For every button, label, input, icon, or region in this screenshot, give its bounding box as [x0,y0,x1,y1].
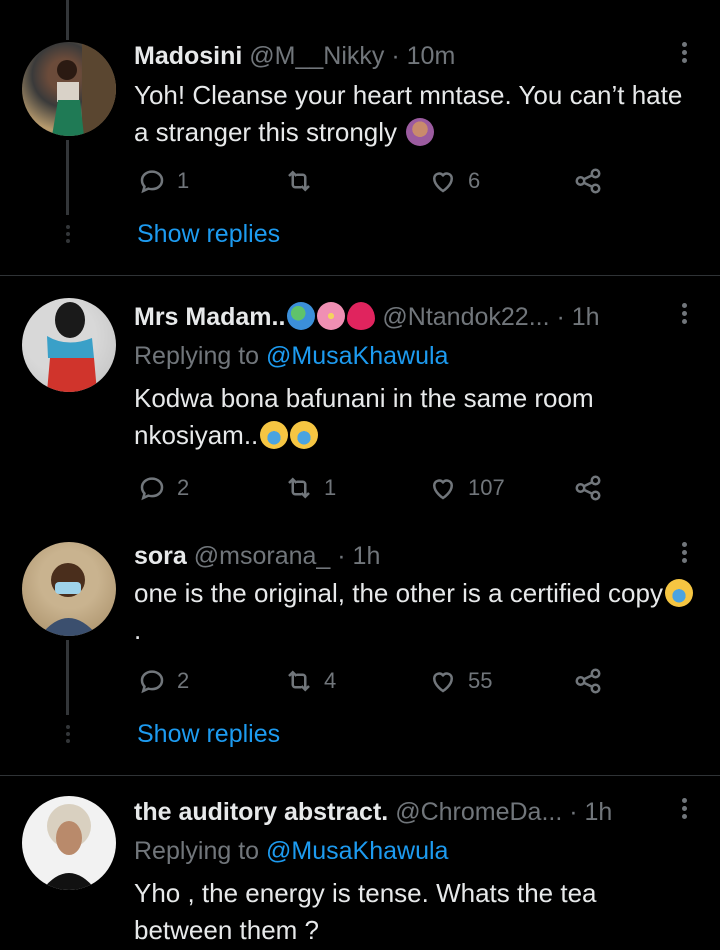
display-name[interactable]: the auditory abstract. [134,798,388,826]
tweet-text: Kodwa bona bafunani in the same room nko… [134,380,654,454]
retweet-button[interactable]: 4 [284,666,336,696]
tweet-text-content: Yho , the energy is tense. Whats the tea… [134,878,597,945]
thread-line [66,640,69,715]
like-count: 6 [468,168,481,193]
show-replies-link[interactable]: Show replies [137,220,280,249]
timestamp[interactable]: · 1h [569,798,612,826]
avatar[interactable] [22,796,116,890]
person-gesturing-no-emoji [406,118,435,146]
red-heart-emoji [347,302,376,330]
reply-button[interactable]: 2 [137,666,189,696]
user-handle[interactable]: @Ntandok22... [382,303,549,331]
show-replies-link[interactable]: Show replies [137,720,280,749]
replying-to: Replying to @MusaKhawula [134,836,448,866]
retweet-count: 4 [324,668,337,693]
hibiscus-emoji [317,302,346,330]
reply-count: 2 [177,475,190,500]
reply-count: 2 [177,668,190,693]
retweet-button[interactable] [284,166,314,196]
more-options-icon[interactable] [676,798,692,824]
reply-icon [140,477,164,501]
like-button[interactable]: 6 [428,166,480,196]
divider [0,775,720,776]
share-button[interactable] [573,666,603,696]
share-button[interactable] [573,166,603,196]
tweet-header: sora @msorana_ · 1h [134,541,380,571]
globe-emoji [287,302,316,330]
share-icon [575,168,601,194]
reply-icon [140,170,164,194]
user-handle[interactable]: @M__Nikky [249,42,384,70]
reply-count: 1 [177,168,190,193]
user-handle[interactable]: @msorana_ [194,542,331,570]
thread-line [66,0,69,40]
tweet-text: Yho , the energy is tense. Whats the tea… [134,875,674,949]
thread-dots [66,725,70,746]
tweet-text-content: Kodwa bona bafunani in the same room nko… [134,383,594,450]
replying-to-label: Replying to [134,837,260,865]
thread-line [66,140,69,215]
tweet-header: the auditory abstract. @ChromeDa... · 1h [134,797,612,827]
timestamp[interactable]: · 10m [391,42,455,70]
heart-icon [432,479,454,500]
retweet-count: 1 [324,475,337,500]
user-handle[interactable]: @ChromeDa... [395,798,562,826]
tweet-header: Madosini @M__Nikky · 10m [134,41,455,71]
crying-face-emoji [260,421,289,449]
share-icon [575,668,601,694]
reply-icon [140,670,164,694]
timestamp[interactable]: · 1h [556,303,599,331]
tweet-text: Yoh! Cleanse your heart mntase. You can’… [134,77,694,151]
like-count: 107 [468,475,505,500]
retweet-icon [288,670,310,692]
tweet-text-content: one is the original, the other is a cert… [134,578,663,608]
avatar[interactable] [22,298,116,392]
retweet-button[interactable]: 1 [284,473,336,503]
heart-icon [432,172,454,193]
reply-button[interactable]: 2 [137,473,189,503]
share-button[interactable] [573,473,603,503]
heart-icon [432,672,454,693]
timestamp[interactable]: · 1h [337,542,380,570]
display-name[interactable]: sora [134,542,187,570]
display-name[interactable]: Mrs Madam.. [134,303,285,331]
replying-to-label: Replying to [134,342,260,370]
replying-to-handle[interactable]: @MusaKhawula [266,342,448,370]
like-button[interactable]: 55 [428,666,492,696]
avatar[interactable] [22,42,116,136]
crying-face-emoji [664,579,693,607]
retweet-icon [288,477,310,499]
tweet-text-end: . [134,615,142,645]
thread-dots [66,225,70,246]
display-name[interactable]: Madosini [134,42,242,70]
tweet-header: Mrs Madam.. @Ntandok22... · 1h [134,302,600,332]
like-button[interactable]: 107 [428,473,505,503]
more-options-icon[interactable] [676,542,692,568]
crying-face-emoji [290,421,319,449]
replying-to: Replying to @MusaKhawula [134,341,448,371]
avatar[interactable] [22,542,116,636]
reply-button[interactable]: 1 [137,166,189,196]
share-icon [575,475,601,501]
more-options-icon[interactable] [676,303,692,329]
replying-to-handle[interactable]: @MusaKhawula [266,837,448,865]
divider [0,275,720,276]
retweet-icon [288,170,310,192]
tweet-text: one is the original, the other is a cert… [134,575,694,649]
like-count: 55 [468,668,493,693]
more-options-icon[interactable] [676,42,692,68]
